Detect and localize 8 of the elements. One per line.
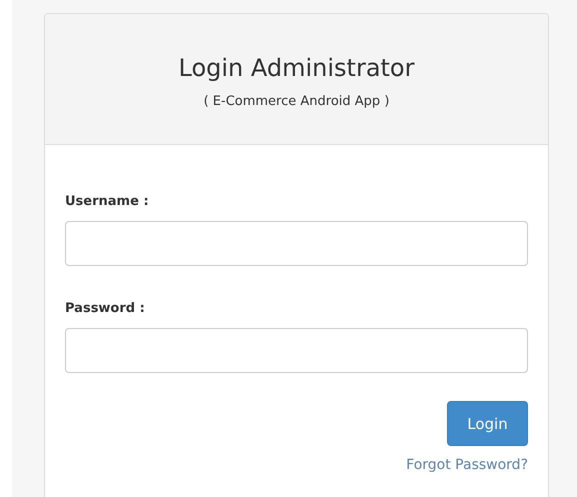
app-subtitle: ( E-Commerce Android App ): [204, 94, 390, 109]
login-button[interactable]: Login: [447, 401, 528, 446]
password-field[interactable]: [65, 328, 528, 373]
forgot-password-link[interactable]: Forgot Password?: [406, 457, 528, 473]
password-label: Password :: [65, 301, 145, 316]
username-label: Username :: [65, 194, 149, 209]
username-field[interactable]: [65, 221, 528, 266]
login-title: Login Administrator: [178, 54, 414, 82]
